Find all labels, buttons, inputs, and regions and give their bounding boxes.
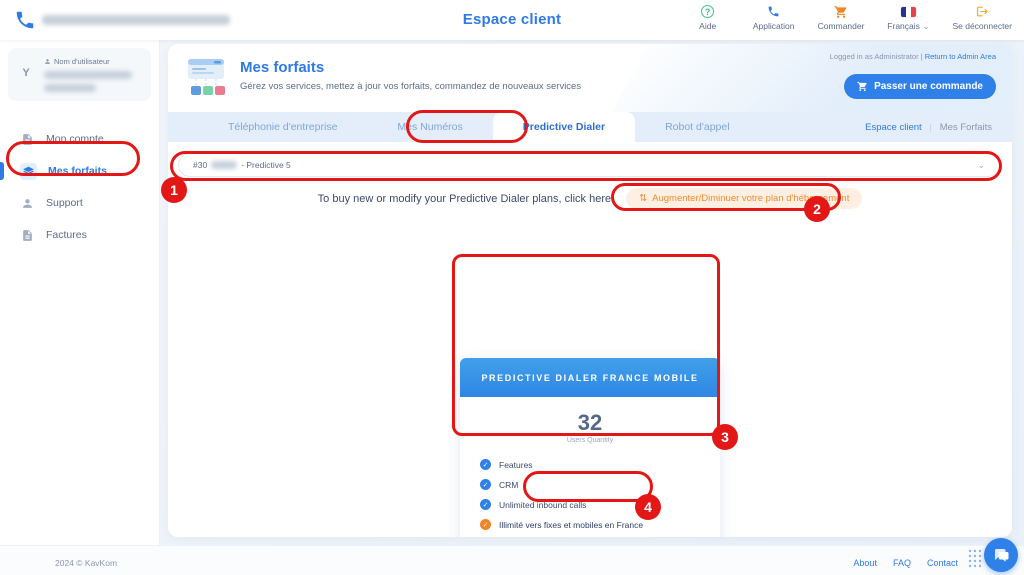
breadcrumb: Espace client | Mes Forfaits	[865, 112, 992, 142]
section-subtitle: Gérez vos services, mettez à jour vos fo…	[240, 81, 581, 92]
espace-client-page: Espace client ? Aide Application Command…	[0, 0, 1024, 575]
tab-robot-appel[interactable]: Robot d'appel	[635, 112, 759, 142]
language-selector[interactable]: Français⌄	[886, 4, 930, 31]
french-flag-icon	[901, 4, 916, 19]
upgrade-row: To buy new or modify your Predictive Dia…	[168, 188, 1012, 209]
sidebar-item-mes-forfaits[interactable]: Mes forfaits	[0, 155, 159, 187]
tab-bar: Téléphonie d'entreprise Mes Numéros Pred…	[168, 112, 1012, 142]
user-name-redacted	[44, 71, 132, 79]
chat-widget-button[interactable]	[984, 538, 1018, 572]
users-quantity-value: 32	[460, 410, 720, 436]
plan-card-header: PREDICTIVE DIALER FRANCE MOBILE	[460, 358, 720, 397]
user-box: Y Nom d'utilisateur	[8, 48, 151, 101]
document-icon	[20, 132, 35, 147]
tab-telephonie-entreprise[interactable]: Téléphonie d'entreprise	[198, 112, 367, 142]
invoice-icon	[20, 228, 35, 243]
plan-id-redacted	[211, 161, 237, 169]
chat-bubbles-icon	[992, 546, 1010, 564]
footer-link-faq[interactable]: FAQ	[893, 558, 911, 568]
feature-item: ✓ Unlimited inbound calls	[480, 499, 720, 510]
users-quantity-label: Users Quantity	[460, 437, 720, 444]
dots-decoration	[968, 549, 984, 569]
logout-button[interactable]: Se déconnecter	[952, 4, 1012, 31]
tab-content: #30 - Predictive 5 ⌄ To buy new or modif…	[168, 142, 1012, 537]
sidebar-item-factures[interactable]: Factures	[0, 219, 159, 251]
top-navbar: Espace client ? Aide Application Command…	[0, 0, 1024, 40]
tab-mes-numeros[interactable]: Mes Numéros	[367, 112, 492, 142]
plans-illustration-icon	[184, 55, 228, 104]
main-content-card: Mes forfaits Gérez vos services, mettez …	[168, 44, 1012, 537]
breadcrumb-separator: |	[930, 123, 932, 132]
tab-predictive-dialer[interactable]: Predictive Dialer	[493, 112, 635, 142]
footer: 2024 © KavKom About FAQ Contact	[0, 545, 1024, 575]
footer-link-contact[interactable]: Contact	[927, 558, 958, 568]
logout-icon	[976, 4, 989, 19]
feature-item: ✓ CRM	[480, 479, 720, 490]
content-header: Mes forfaits Gérez vos services, mettez …	[168, 44, 1012, 112]
check-circle-icon: ✓	[480, 499, 491, 510]
plan-select[interactable]: #30 - Predictive 5 ⌄	[178, 153, 1000, 177]
upgrade-hint-text: To buy new or modify your Predictive Dia…	[318, 193, 615, 205]
plans-icon	[20, 163, 37, 180]
avatar: Y	[18, 65, 34, 81]
plan-name: PREDICTIVE DIALER FRANCE MOBILE	[481, 373, 698, 383]
footer-links: About FAQ Contact	[853, 558, 958, 568]
breadcrumb-current: Mes Forfaits	[940, 122, 992, 133]
section-title: Mes forfaits	[240, 59, 324, 76]
order-button[interactable]: Passer une commande	[844, 74, 996, 99]
user-label: Nom d'utilisateur	[54, 57, 110, 66]
feature-item: ✓ Features	[480, 459, 720, 470]
application-button[interactable]: Application	[752, 4, 796, 31]
chevron-down-icon: ⌄	[977, 160, 985, 171]
sidebar-item-mon-compte[interactable]: Mon compte	[0, 123, 159, 155]
active-indicator	[0, 162, 4, 180]
feature-list: ✓ Features ✓ CRM ✓ Unlimited inbound cal…	[480, 459, 720, 530]
sidebar-menu: Mon compte Mes forfaits Support Factur	[0, 123, 159, 251]
admin-note: Logged in as Administrator | Return to A…	[830, 52, 996, 61]
order-nav-button[interactable]: Commander	[818, 4, 865, 31]
check-circle-icon: ✓	[480, 459, 491, 470]
phone-icon	[767, 4, 780, 19]
help-icon: ?	[701, 4, 714, 19]
breadcrumb-parent[interactable]: Espace client	[865, 122, 922, 133]
cart-icon	[857, 81, 868, 92]
copyright: 2024 © KavKom	[55, 558, 117, 568]
feature-item: ✓ Illimité vers fixes et mobiles en Fran…	[480, 519, 720, 530]
sidebar-item-support[interactable]: Support	[0, 187, 159, 219]
person-icon	[44, 58, 51, 65]
check-circle-icon: ✓	[480, 479, 491, 490]
cart-icon	[834, 4, 848, 19]
plan-card: PREDICTIVE DIALER FRANCE MOBILE 32 Users…	[460, 358, 720, 537]
upgrade-plan-link[interactable]: ⇅ Augmenter/Diminuer votre plan d'héberg…	[626, 188, 862, 209]
chevron-down-icon: ⌄	[923, 22, 930, 31]
person-icon	[20, 196, 35, 211]
footer-link-about[interactable]: About	[853, 558, 877, 568]
help-button[interactable]: ? Aide	[686, 4, 730, 31]
check-circle-icon: ✓	[480, 519, 491, 530]
navbar-actions: ? Aide Application Commander Français⌄	[686, 4, 1012, 31]
sidebar: Y Nom d'utilisateur Mon compte	[0, 40, 160, 545]
user-name-redacted-2	[44, 84, 96, 92]
return-admin-link[interactable]: Return to Admin Area	[925, 52, 996, 61]
up-down-arrows-icon: ⇅	[639, 193, 647, 204]
